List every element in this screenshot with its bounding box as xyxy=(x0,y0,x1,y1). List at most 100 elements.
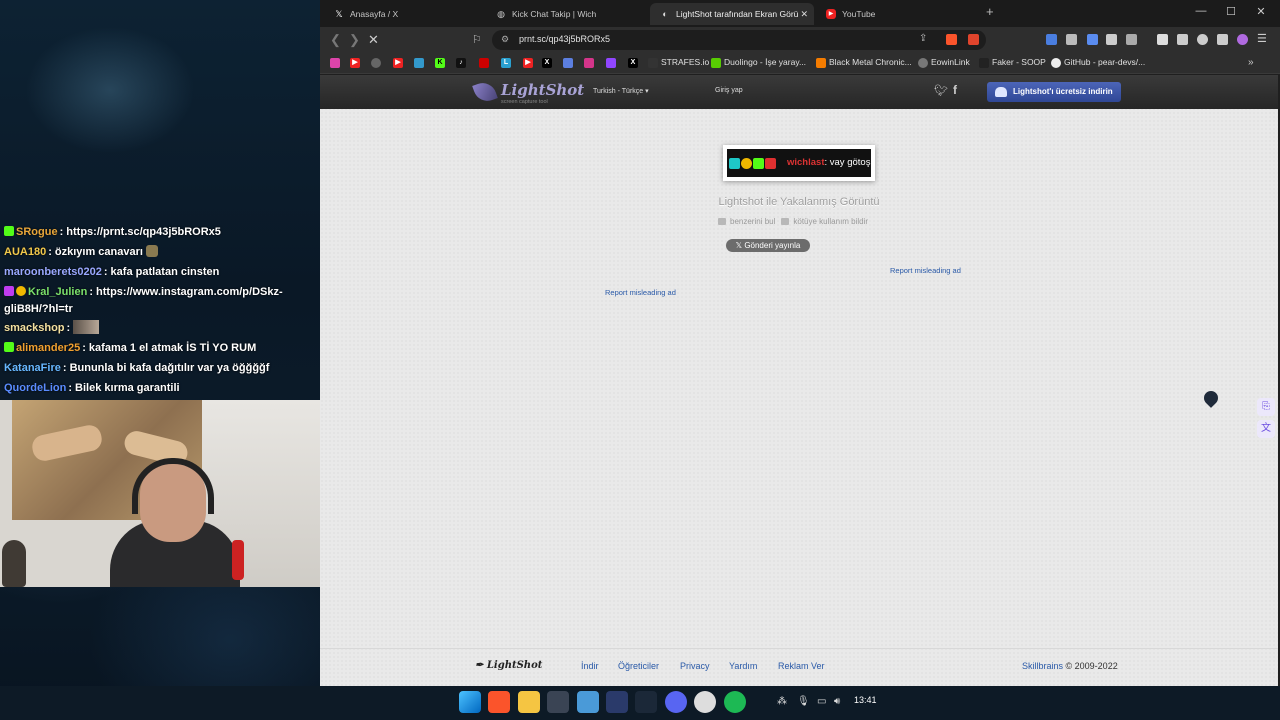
discord-icon[interactable] xyxy=(665,691,687,713)
file-explorer-icon[interactable] xyxy=(518,691,540,713)
network-icon[interactable]: ▭ xyxy=(817,696,826,707)
volume-icon[interactable]: 🔊︎ xyxy=(834,696,840,707)
skillbrains-link[interactable]: Skillbrains xyxy=(1022,661,1063,671)
x-logo-icon[interactable]: X xyxy=(542,58,552,68)
twitch-icon[interactable] xyxy=(606,58,616,68)
sidebar-icon[interactable] xyxy=(1157,34,1168,45)
bookmark-label: STRAFES.io xyxy=(661,57,710,67)
bookmark-faker-soop[interactable]: Faker - SOOP xyxy=(979,57,1046,68)
bookmark-label: Faker - SOOP xyxy=(992,57,1046,67)
youtube-icon[interactable]: ▶ xyxy=(350,58,360,68)
leo-ai-icon[interactable] xyxy=(1197,34,1208,45)
microphone-icon[interactable]: 🎙︎ xyxy=(797,696,810,707)
brave-shields-icon[interactable] xyxy=(946,34,957,45)
login-link[interactable]: Giriş yap xyxy=(715,87,743,94)
language-selector[interactable]: Turkish - Türkçe ▾ xyxy=(593,87,649,95)
forward-button[interactable]: ❯ xyxy=(349,32,360,48)
bookmark-duolingo[interactable]: Duolingo - İşe yaray... xyxy=(711,57,806,68)
extension-icon[interactable] xyxy=(1066,34,1077,45)
bookmark-github[interactable]: GitHub - pear-devs/... xyxy=(1051,57,1145,68)
chat-username: alimander25 xyxy=(16,342,81,354)
bookmark-favicon-icon[interactable] xyxy=(479,58,489,68)
steam-icon[interactable] xyxy=(635,691,657,713)
report-misleading-ad-link[interactable]: Report misleading ad xyxy=(605,288,676,297)
clock[interactable]: 13:41 xyxy=(854,695,877,705)
footer-link-tutorials[interactable]: Öğreticiler xyxy=(618,661,659,671)
footer-link-advertise[interactable]: Reklam Ver xyxy=(778,661,825,671)
bookmark-black-metal[interactable]: Black Metal Chronic... xyxy=(816,57,912,68)
stop-loading-button[interactable]: ✕ xyxy=(368,32,379,48)
chat-message: alimander25: kafama 1 el atmak İS Tİ YO … xyxy=(0,338,320,358)
map-pin-icon xyxy=(1201,388,1221,408)
tiktok-icon[interactable]: ♪ xyxy=(456,58,466,68)
facebook-icon[interactable]: f xyxy=(953,83,957,97)
translate-icon[interactable]: 文 xyxy=(1257,420,1275,438)
bookmark-icon[interactable]: ⚐ xyxy=(472,33,482,46)
instagram-icon[interactable] xyxy=(584,58,594,68)
extension-sidebar-icon[interactable]: ⎘ xyxy=(1257,398,1275,416)
bookmark-favicon-icon[interactable]: L xyxy=(501,58,511,68)
widgets-icon[interactable]: ⁂ xyxy=(777,696,787,707)
image-emote-icon xyxy=(73,320,100,334)
photos-icon[interactable] xyxy=(577,691,599,713)
screenshot-image[interactable]: wichlast: vay götoş xyxy=(723,145,875,181)
brave-rewards-icon[interactable] xyxy=(968,34,979,45)
bookmark-eowinlink[interactable]: EowinLink xyxy=(918,57,970,68)
app-icon[interactable] xyxy=(606,691,628,713)
report-misleading-ad-link[interactable]: Report misleading ad xyxy=(890,266,961,275)
address-bar[interactable]: ⚙ prnt.sc/qp43j5bRORx5 ⇪ xyxy=(492,30,986,50)
puzzle-extensions-icon[interactable] xyxy=(1106,34,1117,45)
tab-kick-chat[interactable]: ◍ Kick Chat Takip | Wich xyxy=(486,3,646,25)
tools-icon[interactable] xyxy=(547,691,569,713)
twitter-icon[interactable]: 🐦︎ xyxy=(934,84,948,97)
minimize-button[interactable]: — xyxy=(1191,5,1211,17)
globe-icon xyxy=(918,58,928,68)
share-icon[interactable]: ⇪ xyxy=(919,33,927,44)
chat-username: QuordeLion xyxy=(4,382,67,394)
brave-icon[interactable] xyxy=(488,691,510,713)
profile-icon[interactable] xyxy=(1237,34,1248,45)
url-text[interactable]: prnt.sc/qp43j5bRORx5 xyxy=(519,34,610,44)
more-bookmarks-icon[interactable]: » xyxy=(1248,57,1254,68)
bookmark-favicon-icon[interactable]: X xyxy=(628,58,638,68)
footer-logo[interactable]: ✒ LightShot xyxy=(475,660,542,671)
youtube-icon[interactable]: ▶ xyxy=(523,58,533,68)
subscriber-badge-icon xyxy=(4,226,14,236)
close-window-button[interactable]: ✕ xyxy=(1251,5,1271,18)
maximize-button[interactable]: ☐ xyxy=(1221,5,1241,18)
menu-icon[interactable]: ☰ xyxy=(1257,34,1268,45)
extension-icon[interactable] xyxy=(1126,34,1137,45)
spotify-icon[interactable] xyxy=(724,691,746,713)
tab-x-home[interactable]: 𝕏 Anasayfa / X xyxy=(324,3,484,25)
lightshot-icon: ◐ xyxy=(662,9,668,19)
report-abuse-link[interactable]: kötüye kullanım bildir xyxy=(793,217,868,226)
bookmark-favicon-icon[interactable] xyxy=(414,58,424,68)
start-button-icon[interactable] xyxy=(459,691,481,713)
vpn-icon[interactable] xyxy=(1217,34,1228,45)
new-tab-button[interactable]: + xyxy=(986,4,994,19)
bookmark-favicon-icon[interactable] xyxy=(371,58,381,68)
tweet-button[interactable]: 𝕏 Gönderi yayınla xyxy=(726,239,810,252)
kick-icon[interactable]: K xyxy=(435,58,445,68)
footer-link-privacy[interactable]: Privacy xyxy=(680,661,710,671)
bookmark-strafes[interactable]: STRAFES.io xyxy=(648,57,710,68)
tab-youtube[interactable]: ▶ YouTube xyxy=(816,3,976,25)
bookmark-favicon-icon[interactable] xyxy=(330,58,340,68)
youtube-icon[interactable]: ▶ xyxy=(393,58,403,68)
download-button[interactable]: Lightshot'ı ücretsiz indirin xyxy=(987,82,1121,102)
extension-icon[interactable] xyxy=(1046,34,1057,45)
close-tab-icon[interactable]: ✕ xyxy=(800,3,808,25)
logo-name: LightShot xyxy=(501,81,585,99)
site-info-icon[interactable]: ⚙ xyxy=(501,34,509,45)
footer-link-help[interactable]: Yardım xyxy=(729,661,757,671)
badge-icons xyxy=(729,156,777,174)
back-button[interactable]: ❮ xyxy=(330,32,341,48)
extension-icon[interactable] xyxy=(1087,34,1098,45)
obs-icon[interactable] xyxy=(694,691,716,713)
find-similar-link[interactable]: benzerini bul xyxy=(730,217,775,226)
footer-link-download[interactable]: İndir xyxy=(581,661,599,671)
wallet-icon[interactable] xyxy=(1177,34,1188,45)
tab-lightshot[interactable]: ◐ LightShot tarafından Ekran Görü ✕ xyxy=(650,3,814,25)
capture-actions: benzerini bul kötüye kullanım bildir xyxy=(718,217,868,226)
bookmark-favicon-icon[interactable] xyxy=(563,58,573,68)
